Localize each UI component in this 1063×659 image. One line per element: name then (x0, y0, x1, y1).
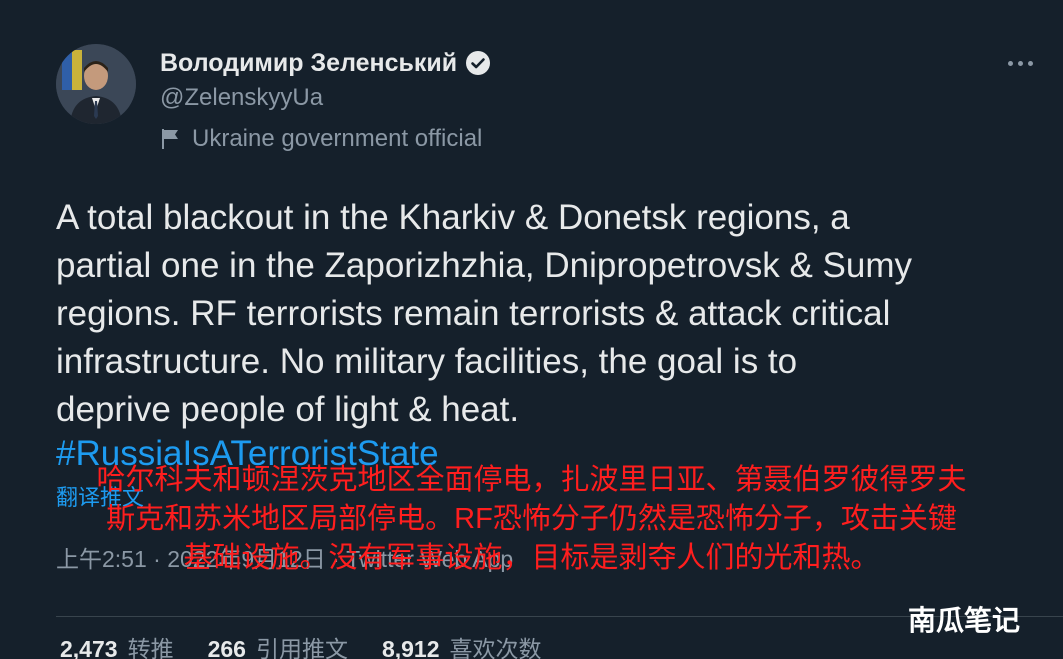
more-icon[interactable] (990, 48, 1050, 78)
tweet-text-line: infrastructure. No military facilities, … (56, 342, 798, 381)
tweet-text-line: regions. RF terrorists remain terrorists… (56, 294, 891, 333)
display-name[interactable]: Володимир Зеленський (160, 49, 457, 78)
flag-icon (160, 127, 182, 151)
caption-line: 基础设施。没有军事设施，目标是剥夺人们的光和热。 (183, 542, 880, 574)
tweet-card: Володимир Зеленський @ZelenskyyUa Ukrain… (0, 0, 1063, 659)
watermark: 南瓜笔记 (908, 605, 1021, 636)
author-row: Володимир Зеленський (160, 46, 491, 80)
tweet-text-line: partial one in the Zaporizhzhia, Dniprop… (56, 246, 912, 285)
tweet-text-line: A total blackout in the Kharkiv & Donets… (56, 198, 850, 237)
tweet-text-line: deprive people of light & heat. (56, 390, 520, 429)
caption-line: 哈尔科夫和顿涅茨克地区全面停电，扎波里日亚、第聂伯罗彼得罗夫 (96, 464, 967, 496)
quote-tweet-count[interactable]: 266 引用推文 (208, 630, 348, 659)
user-handle[interactable]: @ZelenskyyUa (160, 84, 323, 112)
tweet-text: A total blackout in the Kharkiv & Donets… (56, 194, 1046, 434)
verified-badge-icon (465, 50, 491, 76)
affiliation-text: Ukraine government official (192, 125, 483, 152)
caption-line: 斯克和苏米地区局部停电。RF恐怖分子仍然是恐怖分子，攻击关键 (106, 503, 957, 535)
translation-caption-overlay: 哈尔科夫和顿涅茨克地区全面停电，扎波里日亚、第聂伯罗彼得罗夫 斯克和苏米地区局部… (0, 461, 1063, 578)
tweet-stats: 2,473 转推 266 引用推文 8,912 喜欢次数 (60, 630, 542, 659)
avatar[interactable] (56, 44, 136, 124)
affiliation-label: Ukraine government official (160, 122, 482, 156)
like-count[interactable]: 8,912 喜欢次数 (382, 630, 542, 659)
retweet-count[interactable]: 2,473 转推 (60, 630, 174, 659)
